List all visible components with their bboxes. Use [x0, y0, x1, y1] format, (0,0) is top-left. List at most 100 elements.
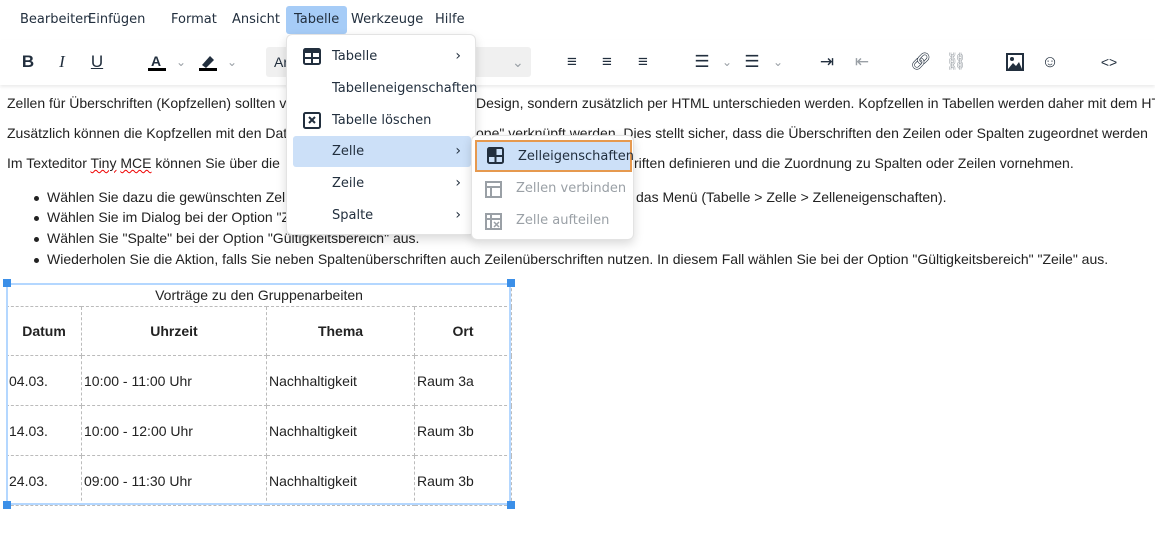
paragraph-text: Zellen für Überschriften (Kopfzellen) so… [7, 95, 287, 111]
list-item: Wählen Sie dazu die gewünschten Zel [33, 189, 286, 205]
table-cell[interactable]: 14.03. [6, 405, 82, 456]
cell-properties-icon [487, 147, 504, 164]
menu-item-zelle[interactable]: Zelle › [293, 136, 471, 167]
menubar: Bearbeiten Einfügen Format Ansicht Tabel… [0, 0, 1155, 40]
align-left-icon[interactable]: ≡ [558, 48, 586, 76]
table-icon [303, 48, 321, 65]
menu-werkzeuge[interactable]: Werkzeuge [343, 6, 431, 34]
outdent-icon[interactable]: ⇤ [848, 48, 876, 76]
menu-item-label: Zelleigenschaften [518, 149, 635, 164]
table-cell[interactable]: Nachhaltigkeit [266, 405, 415, 456]
bold-button[interactable]: B [14, 48, 42, 76]
column-header[interactable]: Ort [414, 306, 512, 356]
table-row: 14.03. 10:00 - 12:00 Uhr Nachhaltigkeit Rau… [6, 405, 512, 456]
menu-ansicht[interactable]: Ansicht [224, 6, 288, 34]
svg-text:A: A [151, 53, 161, 69]
indent-icon[interactable]: ⇥ [813, 48, 841, 76]
table-cell[interactable]: Raum 3b [414, 405, 512, 456]
list-item: Wiederholen Sie die Aktion, falls Sie ne… [33, 251, 1109, 267]
image-icon[interactable] [1001, 48, 1029, 76]
table-cell[interactable]: 24.03. [6, 455, 82, 506]
resize-handle[interactable] [507, 279, 515, 287]
chevron-down-icon[interactable]: ⌄ [771, 48, 785, 76]
resize-handle[interactable] [507, 501, 515, 509]
spellcheck-word[interactable]: MCE [120, 155, 151, 171]
chevron-right-icon: › [455, 48, 461, 64]
table-cell[interactable]: Nachhaltigkeit [266, 455, 415, 506]
chevron-right-icon: › [455, 207, 461, 223]
paragraph-text: Zusätzlich können die Kopfzellen mit den… [7, 125, 288, 141]
table-row: 04.03. 10:00 - 11:00 Uhr Nachhaltigkeit Rau… [6, 355, 512, 406]
table-cell[interactable]: Raum 3a [414, 355, 512, 406]
table-header-row: Datum Uhrzeit Thema Ort [6, 306, 512, 356]
menu-item-tabelle[interactable]: Tabelle › [293, 41, 471, 72]
toolbar: B I U A ⌄ ⌄ Ar ⌄ ≡ ≡ ≡ ☰ ⌄ ☰ ⌄ ⇥ ⇤ 🔗︎ ⛓︎ … [0, 40, 1155, 85]
menu-tabelle[interactable]: Tabelle [286, 6, 348, 34]
data-table[interactable]: Vorträge zu den Gruppenarbeiten Datum Uh… [6, 283, 512, 506]
menu-item-label: Tabelle [332, 49, 378, 64]
menu-item-zelle-aufteilen[interactable]: Zelle aufteilen [475, 206, 632, 238]
menu-item-label: Zeile [332, 176, 365, 191]
table-cell[interactable]: 10:00 - 12:00 Uhr [81, 405, 267, 456]
table-cell[interactable]: Nachhaltigkeit [266, 355, 415, 406]
source-code-icon[interactable]: <> [1095, 48, 1123, 76]
menu-item-label: Zelle [332, 144, 365, 159]
menu-item-spalte[interactable]: Spalte › [293, 200, 471, 231]
align-center-icon[interactable]: ≡ [593, 48, 621, 76]
underline-button[interactable]: U [83, 48, 111, 76]
table-caption[interactable]: Vorträge zu den Gruppenarbeiten [6, 283, 512, 307]
table-cell[interactable]: 10:00 - 11:00 Uhr [81, 355, 267, 406]
split-cell-icon [485, 213, 502, 230]
paragraph-text: riften definieren und die Zuordnung zu S… [634, 155, 1074, 171]
chevron-down-icon[interactable]: ⌄ [720, 48, 734, 76]
italic-button[interactable]: I [48, 48, 76, 76]
align-right-icon[interactable]: ≡ [629, 48, 657, 76]
text-color-icon[interactable]: A [143, 48, 171, 76]
menu-format[interactable]: Format [163, 6, 225, 34]
chevron-right-icon: › [455, 175, 461, 191]
resize-handle[interactable] [3, 279, 11, 287]
chevron-right-icon: › [455, 143, 461, 159]
list-item-text: das Menü (Tabelle > Zelle > Zelleneigens… [636, 189, 947, 205]
spellcheck-word[interactable]: Tiny [91, 155, 117, 171]
menu-item-zellen-verbinden[interactable]: Zellen verbinden [475, 174, 632, 206]
merge-cells-icon [485, 181, 502, 198]
highlighter-icon[interactable] [194, 48, 222, 76]
menu-item-zelleigenschaften[interactable]: Zelleigenschaften [475, 140, 635, 172]
menu-hilfe[interactable]: Hilfe [427, 6, 473, 34]
paragraph: Im Texteditor Tiny MCE können Sie über d… [7, 155, 280, 171]
paragraph-text: Design, sondern zusätzlich per HTML unte… [476, 95, 1155, 111]
list-item: Wählen Sie im Dialog bei der Option "Z [33, 209, 291, 225]
column-header[interactable]: Datum [6, 306, 82, 356]
menu-item-label: Tabelleneigenschaften [332, 81, 478, 96]
menu-item-tabelle-loeschen[interactable]: Tabelle löschen [293, 105, 471, 136]
menu-einfuegen[interactable]: Einfügen [80, 6, 153, 34]
table-row: 24.03. 09:00 - 11:30 Uhr Nachhaltigkeit Rau… [6, 455, 512, 506]
chevron-down-icon[interactable]: ⌄ [174, 48, 188, 76]
table-cell[interactable]: Raum 3b [414, 455, 512, 506]
unlink-icon[interactable]: ⛓︎ [942, 48, 970, 76]
table-cell[interactable]: 09:00 - 11:30 Uhr [81, 455, 267, 506]
paragraph-text: Im Texteditor [7, 155, 91, 171]
menu-item-label: Spalte [332, 208, 374, 223]
delete-table-icon [303, 112, 321, 129]
paragraph: Zusätzlich können die Kopfzellen mit den… [7, 125, 287, 141]
table-cell[interactable]: 04.03. [6, 355, 82, 406]
link-icon[interactable]: 🔗︎ [907, 48, 935, 76]
menu-item-zeile[interactable]: Zeile › [293, 168, 471, 199]
menu-item-tabelleneigenschaften[interactable]: Tabelleneigenschaften [293, 73, 477, 104]
paragraph-text: können Sie über die [151, 155, 280, 171]
table-menu: Tabelle › Tabelleneigenschaften Tabelle l… [286, 34, 477, 235]
numbered-list-icon[interactable]: ☰ [738, 48, 766, 76]
cell-submenu: Zelleigenschaften Zellen verbinden Zelle… [471, 135, 634, 240]
column-header[interactable]: Uhrzeit [81, 306, 267, 356]
bullet-list-icon[interactable]: ☰ [688, 48, 716, 76]
paragraph: Zellen für Überschriften (Kopfzellen) so… [7, 95, 286, 111]
resize-handle[interactable] [3, 501, 11, 509]
emoji-icon[interactable]: ☺ [1036, 48, 1064, 76]
menu-item-label: Zelle aufteilen [516, 213, 610, 228]
menu-item-label: Tabelle löschen [332, 113, 432, 128]
chevron-down-icon[interactable]: ⌄ [225, 48, 239, 76]
chevron-down-icon: ⌄ [512, 54, 524, 70]
column-header[interactable]: Thema [266, 306, 415, 356]
